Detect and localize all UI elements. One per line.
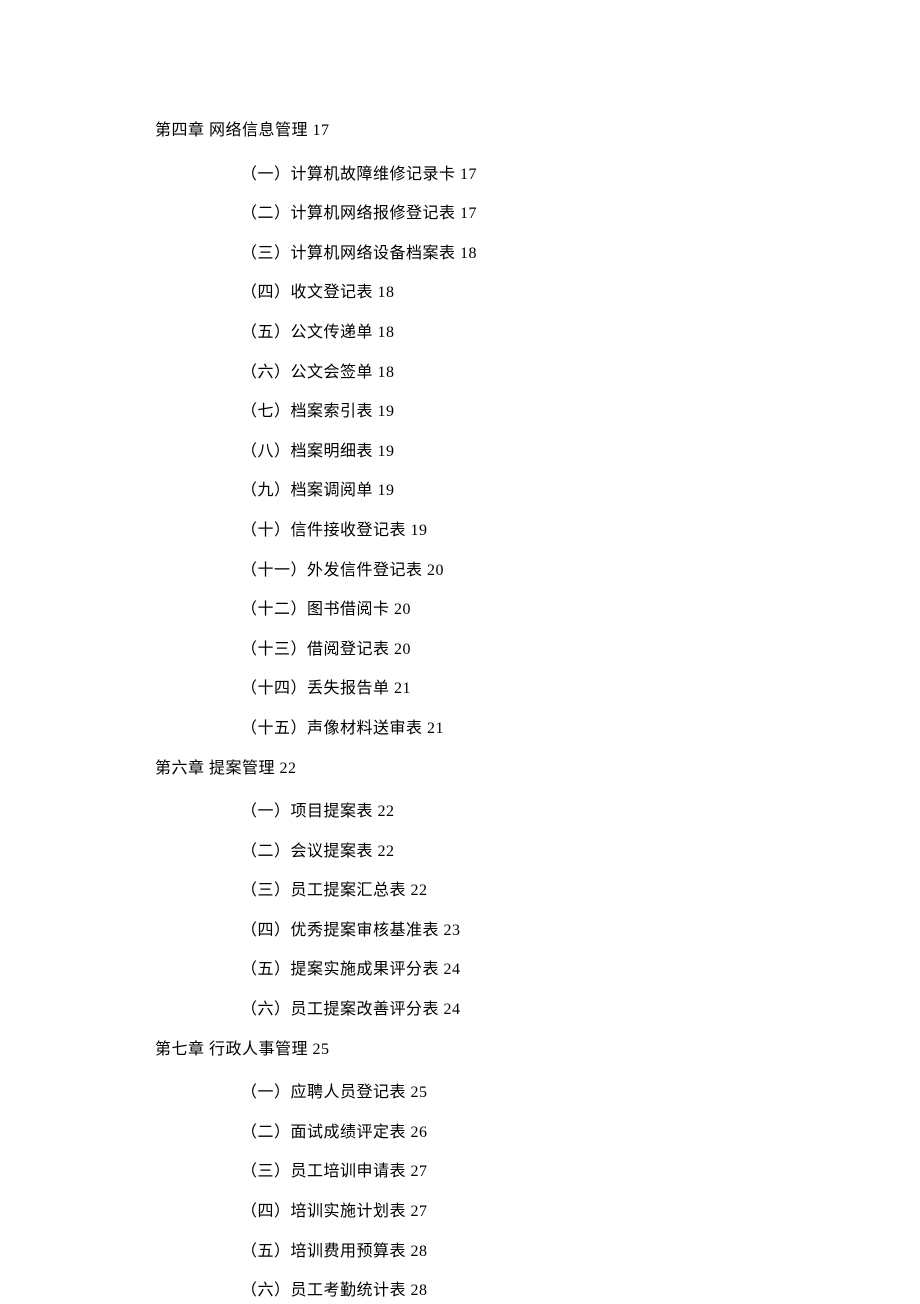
toc-item: （八）档案明细表 19 [241, 439, 920, 465]
chapter-items: （一）项目提案表 22 （二）会议提案表 22 （三）员工提案汇总表 22 （四… [155, 799, 920, 1023]
toc-item: （一）计算机故障维修记录卡 17 [241, 162, 920, 188]
toc-item: （三）员工提案汇总表 22 [241, 878, 920, 904]
toc-item: （二）计算机网络报修登记表 17 [241, 201, 920, 227]
toc-item: （十五）声像材料送审表 21 [241, 716, 920, 742]
toc-item: （二）面试成绩评定表 26 [241, 1120, 920, 1146]
toc-item: （十一）外发信件登记表 20 [241, 558, 920, 584]
toc-item: （二）会议提案表 22 [241, 839, 920, 865]
chapter-items: （一）应聘人员登记表 25 （二）面试成绩评定表 26 （三）员工培训申请表 2… [155, 1080, 920, 1304]
chapter-heading: 第四章 网络信息管理 17 [155, 118, 920, 144]
toc-item: （十二）图书借阅卡 20 [241, 597, 920, 623]
toc-item: （十四）丢失报告单 21 [241, 676, 920, 702]
toc-item: （六）员工考勤统计表 28 [241, 1278, 920, 1304]
toc-container: 第四章 网络信息管理 17 （一）计算机故障维修记录卡 17 （二）计算机网络报… [155, 118, 920, 1304]
toc-item: （七）档案索引表 19 [241, 399, 920, 425]
toc-item: （一）应聘人员登记表 25 [241, 1080, 920, 1106]
toc-item: （五）公文传递单 18 [241, 320, 920, 346]
toc-item: （三）员工培训申请表 27 [241, 1159, 920, 1185]
toc-item: （十三）借阅登记表 20 [241, 637, 920, 663]
toc-item: （三）计算机网络设备档案表 18 [241, 241, 920, 267]
toc-item: （六）公文会签单 18 [241, 360, 920, 386]
toc-item: （九）档案调阅单 19 [241, 478, 920, 504]
chapter-heading: 第六章 提案管理 22 [155, 756, 920, 782]
toc-item: （十）信件接收登记表 19 [241, 518, 920, 544]
toc-item: （五）提案实施成果评分表 24 [241, 957, 920, 983]
toc-item: （六）员工提案改善评分表 24 [241, 997, 920, 1023]
toc-item: （一）项目提案表 22 [241, 799, 920, 825]
toc-item: （四）培训实施计划表 27 [241, 1199, 920, 1225]
chapter-heading: 第七章 行政人事管理 25 [155, 1037, 920, 1063]
toc-item: （四）优秀提案审核基准表 23 [241, 918, 920, 944]
chapter-items: （一）计算机故障维修记录卡 17 （二）计算机网络报修登记表 17 （三）计算机… [155, 162, 920, 742]
toc-item: （五）培训费用预算表 28 [241, 1239, 920, 1265]
toc-item: （四）收文登记表 18 [241, 280, 920, 306]
